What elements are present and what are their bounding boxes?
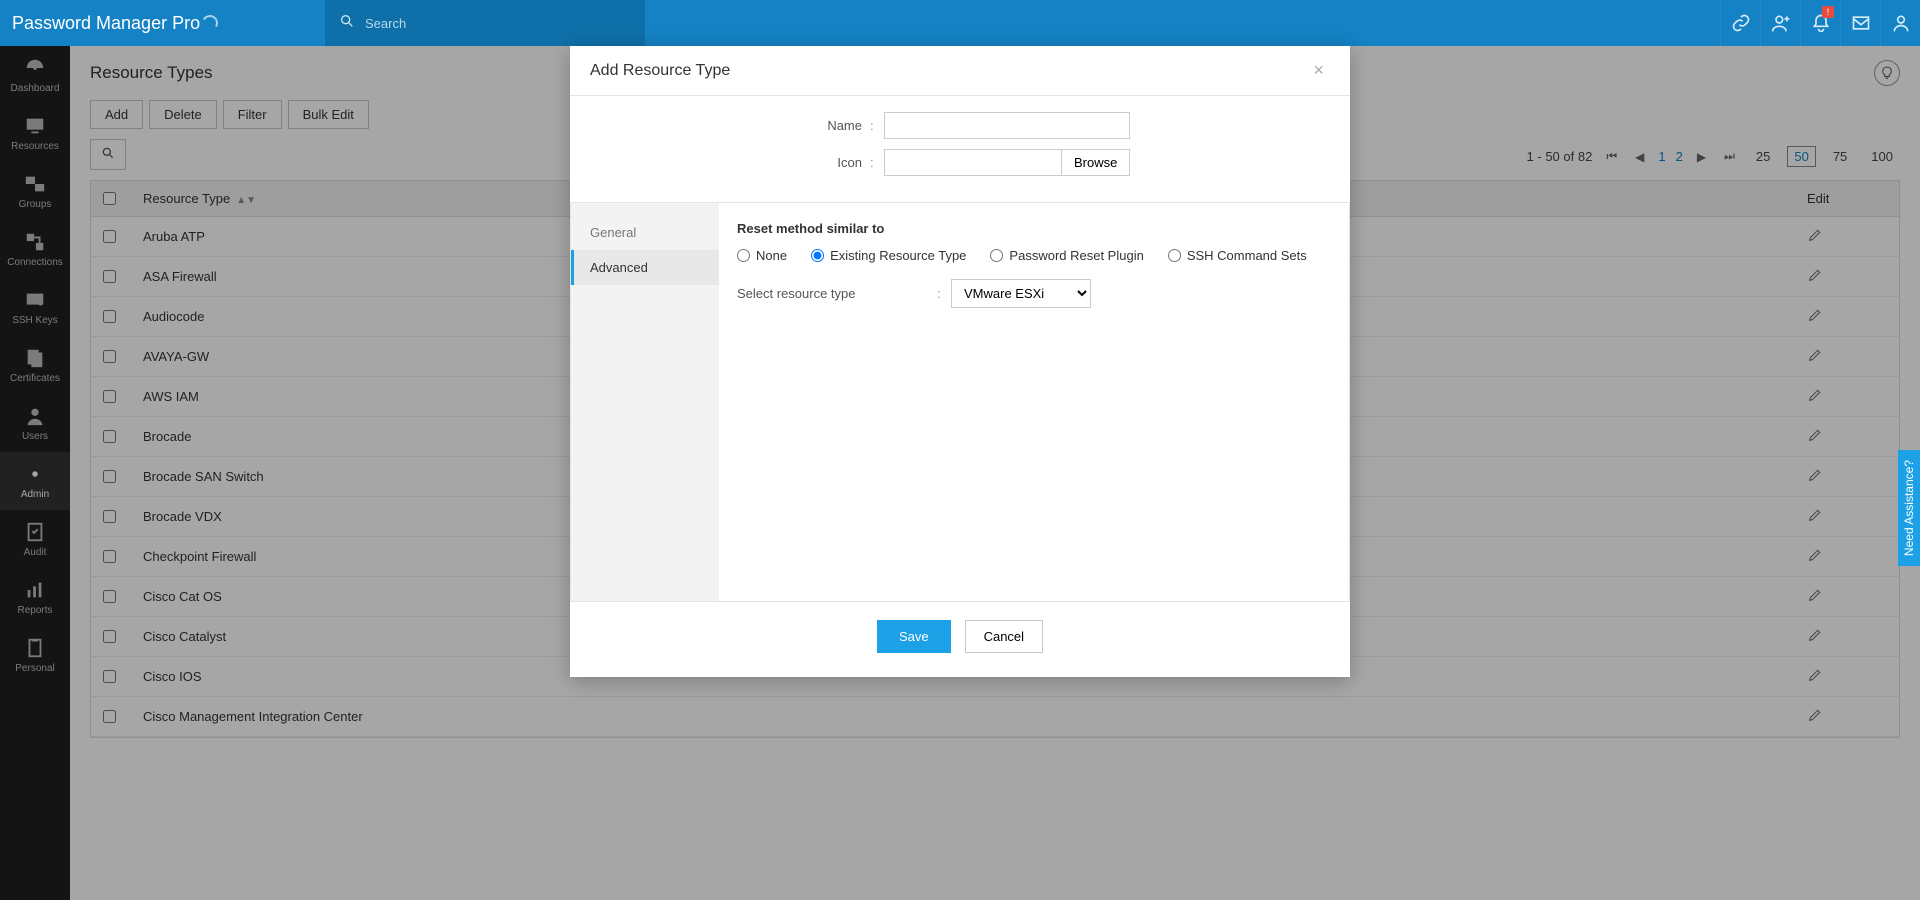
user-add-icon[interactable] — [1760, 0, 1800, 46]
search-area[interactable] — [325, 0, 645, 46]
name-input[interactable] — [884, 112, 1130, 139]
profile-icon[interactable] — [1880, 0, 1920, 46]
logo-arc-icon — [200, 13, 220, 33]
need-assistance-tab[interactable]: Need Assistance? — [1898, 450, 1920, 566]
alert-badge: ! — [1822, 6, 1834, 18]
name-label: Name — [590, 118, 870, 133]
resource-type-select[interactable]: VMware ESXi — [951, 279, 1091, 308]
reset-method-radios: None Existing Resource Type Password Res… — [737, 248, 1331, 263]
radio-ssh[interactable]: SSH Command Sets — [1168, 248, 1307, 263]
logo: Password Manager Pro — [0, 13, 325, 34]
reset-section-title: Reset method similar to — [737, 221, 1331, 236]
tab-advanced[interactable]: Advanced — [571, 250, 719, 285]
radio-plugin[interactable]: Password Reset Plugin — [990, 248, 1143, 263]
add-resource-type-modal: Add Resource Type × Name : Icon : Browse… — [570, 46, 1350, 677]
top-icons: ! — [1720, 0, 1920, 46]
mail-icon[interactable] — [1840, 0, 1880, 46]
app-name: Password Manager Pro — [12, 13, 200, 34]
link-icon[interactable] — [1720, 0, 1760, 46]
modal-tabs: General Advanced — [571, 203, 719, 601]
icon-label: Icon — [590, 155, 870, 170]
cancel-button[interactable]: Cancel — [965, 620, 1043, 653]
bell-icon[interactable]: ! — [1800, 0, 1840, 46]
select-resource-label: Select resource type — [737, 286, 937, 301]
browse-button[interactable]: Browse — [1062, 149, 1130, 176]
modal-title: Add Resource Type — [590, 62, 1307, 80]
radio-existing[interactable]: Existing Resource Type — [811, 248, 966, 263]
close-icon[interactable]: × — [1307, 60, 1330, 81]
search-icon — [339, 13, 355, 34]
topbar: Password Manager Pro ! — [0, 0, 1920, 46]
search-input[interactable] — [365, 16, 565, 31]
tab-general[interactable]: General — [571, 215, 719, 250]
radio-none[interactable]: None — [737, 248, 787, 263]
icon-input[interactable] — [884, 149, 1062, 176]
save-button[interactable]: Save — [877, 620, 951, 653]
